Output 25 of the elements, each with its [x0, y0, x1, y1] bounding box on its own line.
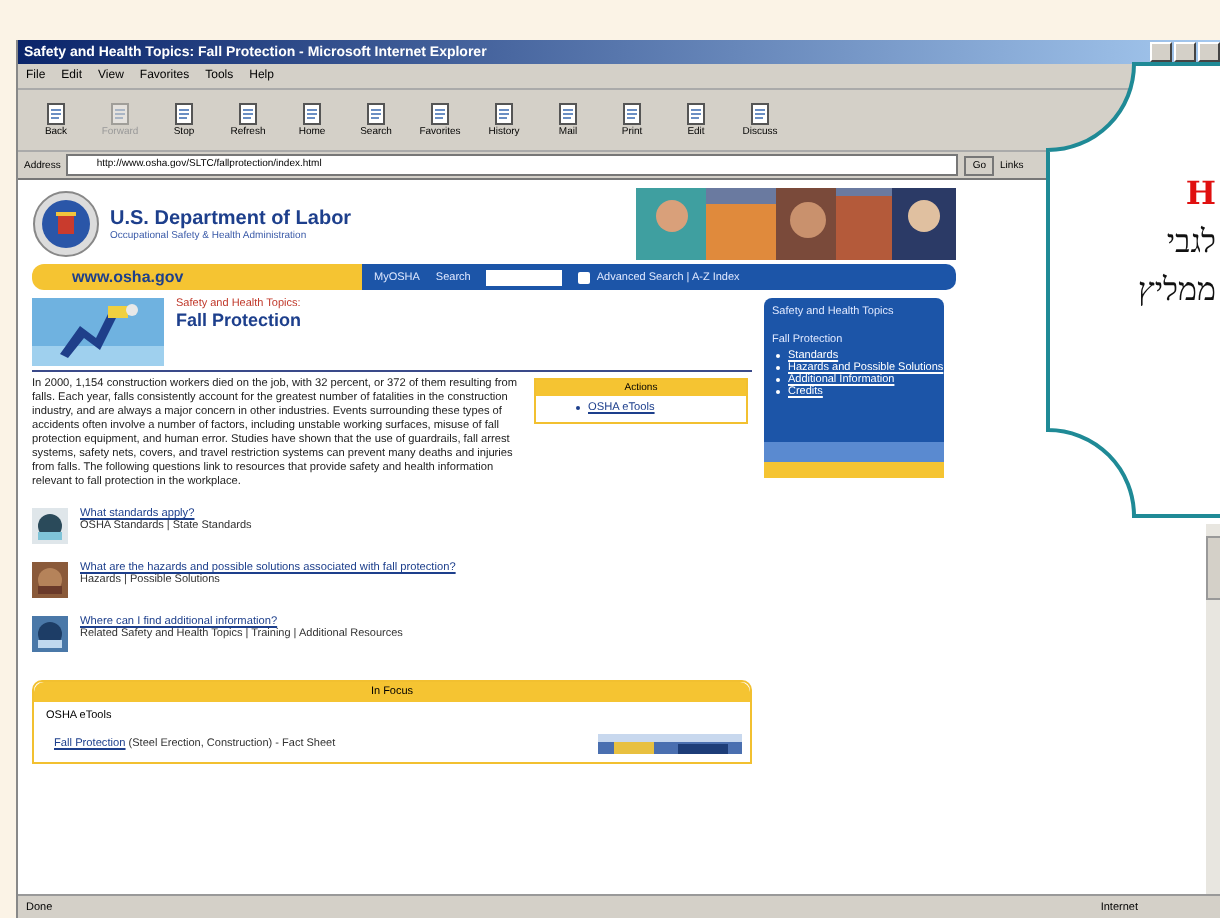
page-icon — [556, 102, 580, 126]
search-field[interactable] — [486, 269, 563, 285]
scrollbar[interactable] — [1206, 524, 1220, 894]
page-icon — [236, 102, 260, 126]
page-icon — [748, 102, 772, 126]
callout-text: לגבי — [1166, 220, 1216, 264]
page-icon — [428, 102, 452, 126]
page-icon — [492, 102, 516, 126]
page-icon — [684, 102, 708, 126]
close-button[interactable] — [1198, 42, 1220, 62]
go-icon[interactable] — [578, 271, 591, 283]
agency-name: U.S. Department of Labor — [110, 207, 354, 229]
page-icon — [620, 102, 644, 126]
page-icon — [44, 102, 68, 126]
minimize-button[interactable] — [1150, 42, 1172, 62]
maximize-button[interactable] — [1174, 42, 1196, 62]
callout-text: H — [1185, 172, 1216, 216]
page-icon — [300, 102, 324, 126]
page-title: Fall Protection — [176, 310, 302, 330]
site-address[interactable]: www.osha.gov — [32, 264, 362, 290]
callout-text: ממליץ — [1138, 268, 1216, 312]
page-icon — [364, 102, 388, 126]
page-icon — [172, 102, 196, 126]
page-icon — [108, 102, 132, 126]
seal-icon — [32, 190, 100, 258]
